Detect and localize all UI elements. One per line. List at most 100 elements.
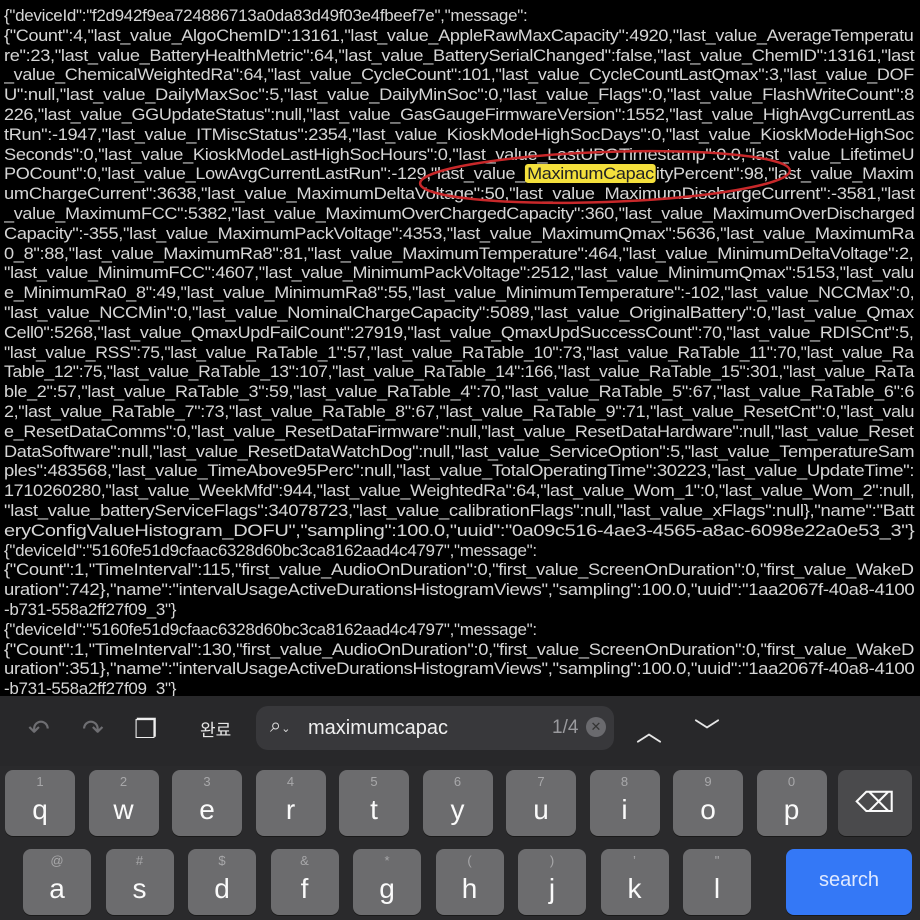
key-alt-label: (	[467, 853, 472, 868]
key-label: q	[32, 794, 48, 825]
key-e[interactable]: 3e	[172, 770, 242, 836]
key-label: a	[49, 873, 65, 904]
key-r[interactable]: 4r	[255, 770, 326, 836]
key-alt-label: 5	[370, 774, 378, 789]
key-label: k	[627, 873, 642, 904]
key-label: l	[713, 873, 721, 904]
log-line-text: {"deviceId":"f2d942f9ea724886713a0da83d4…	[4, 6, 528, 25]
clipboard-icon[interactable]: ❐	[134, 714, 157, 745]
key-t[interactable]: 5t	[339, 770, 409, 836]
redo-arrow-icon[interactable]: ↷	[82, 714, 104, 745]
key-label: d	[214, 873, 230, 904]
key-w[interactable]: 2w	[88, 770, 159, 836]
log-line-text: U":null,"last_value_DailyMaxSoc":5,"last…	[4, 85, 915, 105]
key-alt-label: 2	[119, 774, 128, 789]
key-j[interactable]: ) j	[518, 849, 586, 915]
key-f[interactable]: & f	[270, 849, 339, 915]
log-line-text: "last_value_batteryServiceFlags":3407872…	[4, 501, 915, 520]
chevron-up-icon[interactable]: ︿	[636, 712, 662, 749]
log-line: uration":351},"name":"intervalUsageActiv…	[4, 659, 915, 679]
key-label: s	[132, 873, 147, 904]
key-label: e	[199, 794, 215, 825]
log-line-text: umChargeCurrent":3638,"last_value_Maximu…	[4, 184, 915, 204]
key-a[interactable]: @ a	[23, 849, 91, 915]
search-match-highlight: MaximumCapac	[524, 164, 656, 184]
backspace-key[interactable]: ⌫	[838, 770, 912, 836]
log-line: {"Count":1,"TimeInterval":115,"first_val…	[4, 560, 914, 580]
key-label: g	[379, 873, 395, 904]
key-alt-label: 0	[787, 774, 796, 789]
log-line: "last_value_batteryServiceFlags":3407872…	[4, 501, 915, 521]
log-line: POCount":0,"last_value_LowAvgCurrentLast…	[4, 164, 914, 184]
log-line: _value_ChemicalWeightedRa":64,"last_valu…	[4, 65, 914, 85]
keyboard: 1 q 2 w 3 e 4 r 5 t 6 y 7 u 8 i 9 o 0 p ⌫ @ a # s $ d & f * g(h) j’ k " l s…	[0, 766, 920, 920]
key-u[interactable]: 7u	[506, 770, 576, 836]
key-p[interactable]: 0p	[756, 770, 827, 836]
log-line-text: "last_value_NCCMin":0,"last_value_Nomina…	[4, 303, 914, 322]
key-label: j	[548, 873, 556, 904]
find-field[interactable]: ⌕⌄ 1/4 ✕	[256, 706, 614, 750]
log-line: 0_8":88,"last_value_MaximumRa8":81,"last…	[4, 244, 914, 264]
done-button[interactable]: 완료	[200, 716, 231, 741]
key-label: o	[700, 794, 716, 825]
log-line: {"deviceId":"f2d942f9ea724886713a0da83d4…	[4, 6, 528, 26]
find-input[interactable]	[308, 714, 538, 742]
key-alt-label: "	[714, 853, 720, 868]
key-o[interactable]: 9o	[673, 770, 743, 836]
key-alt-label: 3	[203, 774, 211, 789]
key-l[interactable]: " l	[683, 849, 751, 915]
log-line: Table_12":75,"last_value_RaTable_13":107…	[4, 362, 914, 382]
log-line-text: Capacity":-355,"last_value_MaximumPackVo…	[4, 223, 915, 243]
log-line-text: e_MinimumRa0_8":49,"last_value_MinimumRa…	[4, 283, 915, 303]
log-line: U":null,"last_value_DailyMaxSoc":5,"last…	[4, 85, 914, 105]
log-line: Capacity":-355,"last_value_MaximumPackVo…	[4, 224, 914, 244]
log-line: e_MinimumRa0_8":49,"last_value_MinimumRa…	[4, 283, 915, 303]
key-q[interactable]: 1q	[5, 770, 75, 836]
log-line-text: {"Count":1,"TimeInterval":130,"first_val…	[4, 639, 914, 659]
log-line: DataSoftware":null,"last_value_ResetData…	[4, 442, 914, 462]
key-d[interactable]: $ d	[188, 849, 256, 915]
log-line: tRun":-1947,"last_value_ITMiscStatus":23…	[4, 125, 914, 145]
key-label: f	[300, 873, 309, 904]
key-alt-label: 4	[286, 774, 295, 789]
key-label: h	[461, 873, 478, 904]
key-h[interactable]: (h	[435, 849, 504, 915]
log-line-text: "last_value_MinimumFCC":4607,"last_value…	[4, 263, 914, 283]
log-line-text: {"deviceId":"5160fe51d9cfaac6328d60bc3ca…	[4, 619, 537, 639]
log-line: _value_MaximumFCC":5382,"last_value_Maxi…	[4, 204, 915, 224]
log-text-view[interactable]: {"deviceId":"f2d942f9ea724886713a0da83d4…	[4, 6, 916, 696]
key-alt-label: 1	[36, 774, 44, 789]
log-line: "last_value_RSS":75,"last_value_RaTable_…	[4, 343, 914, 363]
key-alt-label: &	[300, 853, 309, 868]
log-line-text: Seconds":0,"last_value_KioskModeLastHigh…	[4, 144, 915, 164]
key-y[interactable]: 6y	[422, 770, 493, 836]
key-label: y	[450, 794, 465, 825]
key-k[interactable]: ’ k	[600, 849, 669, 915]
log-line: ble_2":57,"last_value_RaTable_3":59,"las…	[4, 382, 914, 402]
key-alt-label: $	[218, 853, 226, 868]
search-key[interactable]: search	[786, 849, 912, 915]
log-line-text: Table_12":75,"last_value_RaTable_13":107…	[4, 362, 915, 382]
magnifier-dropdown-icon[interactable]: ⌕⌄	[270, 715, 290, 738]
log-line-text: ityPercent":98,"last_value_Maxim	[655, 164, 914, 184]
log-line-text: -b731-558a2ff27f09_3"}	[4, 600, 177, 619]
key-g[interactable]: * g	[353, 849, 421, 915]
undo-arrow-icon[interactable]: ↶	[28, 714, 50, 745]
key-s[interactable]: # s	[105, 849, 174, 915]
clear-x-icon[interactable]: ✕	[586, 717, 606, 737]
chevron-down-icon[interactable]: ﹀	[694, 712, 720, 749]
search-key-label: search	[818, 869, 880, 891]
log-line: -b731-558a2ff27f09_3"}	[4, 679, 176, 696]
log-line-text: {"Count":1,"TimeInterval":115,"first_val…	[4, 560, 914, 580]
log-line: {"Count":4,"last_value_AlgoChemID":13161…	[4, 26, 914, 46]
key-alt-label: 9	[704, 774, 712, 789]
log-line-text: uration":351},"name":"intervalUsageActiv…	[4, 659, 915, 679]
log-line: 1710260280,"last_value_WeekMfd":944,"las…	[4, 481, 915, 501]
key-alt-label: 6	[453, 774, 462, 789]
log-line-text: {"Count":4,"last_value_AlgoChemID":13161…	[4, 25, 914, 45]
log-line: {"deviceId":"5160fe51d9cfaac6328d60bc3ca…	[4, 541, 537, 561]
log-line: eryConfigValueHistogram_DOFU","sampling"…	[4, 521, 915, 541]
key-label: i	[621, 794, 628, 825]
key-label: u	[533, 794, 549, 825]
key-i[interactable]: 8i	[589, 770, 660, 836]
